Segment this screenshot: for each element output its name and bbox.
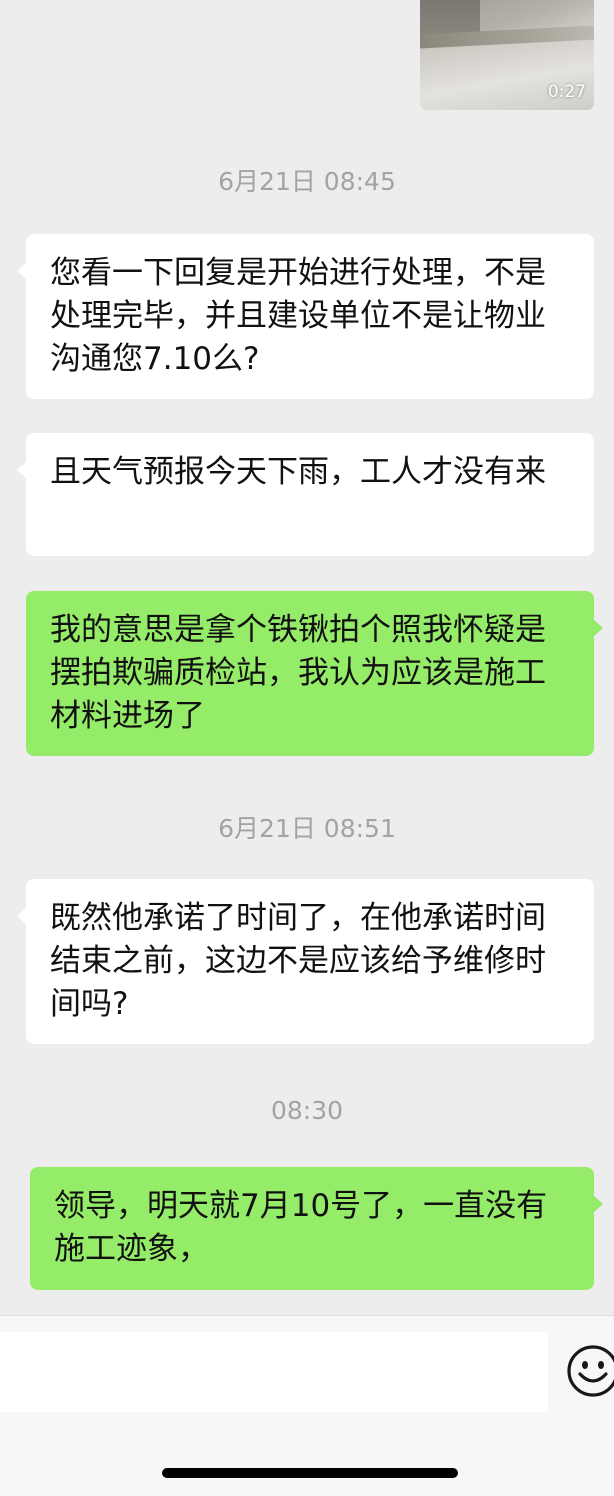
video-message-thumbnail[interactable]: 0:27	[420, 0, 594, 110]
emoji-smile-icon[interactable]	[566, 1344, 614, 1398]
home-indicator[interactable]	[162, 1468, 458, 1478]
message-input[interactable]	[0, 1332, 548, 1412]
received-message-bubble[interactable]: 且天气预报今天下雨，工人才没有来	[17, 433, 594, 556]
received-message-bubble[interactable]: 您看一下回复是开始进行处理，不是处理完毕，并且建设单位不是让物业沟通您7.10么…	[17, 234, 594, 399]
sent-message-bubble[interactable]: 领导，明天就7月10号了，一直没有施工迹象，	[30, 1167, 603, 1290]
received-message-bubble[interactable]: 既然他承诺了时间了，在他承诺时间结束之前，这边不是应该给予维修时间吗?	[17, 879, 594, 1044]
video-duration: 0:27	[547, 82, 586, 102]
sent-message-bubble[interactable]: 我的意思是拿个铁锹拍个照我怀疑是摆拍欺骗质检站，我认为应该是施工材料进场了	[26, 591, 603, 756]
timestamp: 6月21日 08:51	[218, 814, 396, 843]
timestamp: 08:30	[270, 1096, 344, 1125]
timestamp: 6月21日 08:45	[218, 167, 396, 196]
chat-area: 0:27 6月21日 08:45 您看一下回复是开始进行处理，不是处理完毕，并且…	[0, 0, 614, 1315]
